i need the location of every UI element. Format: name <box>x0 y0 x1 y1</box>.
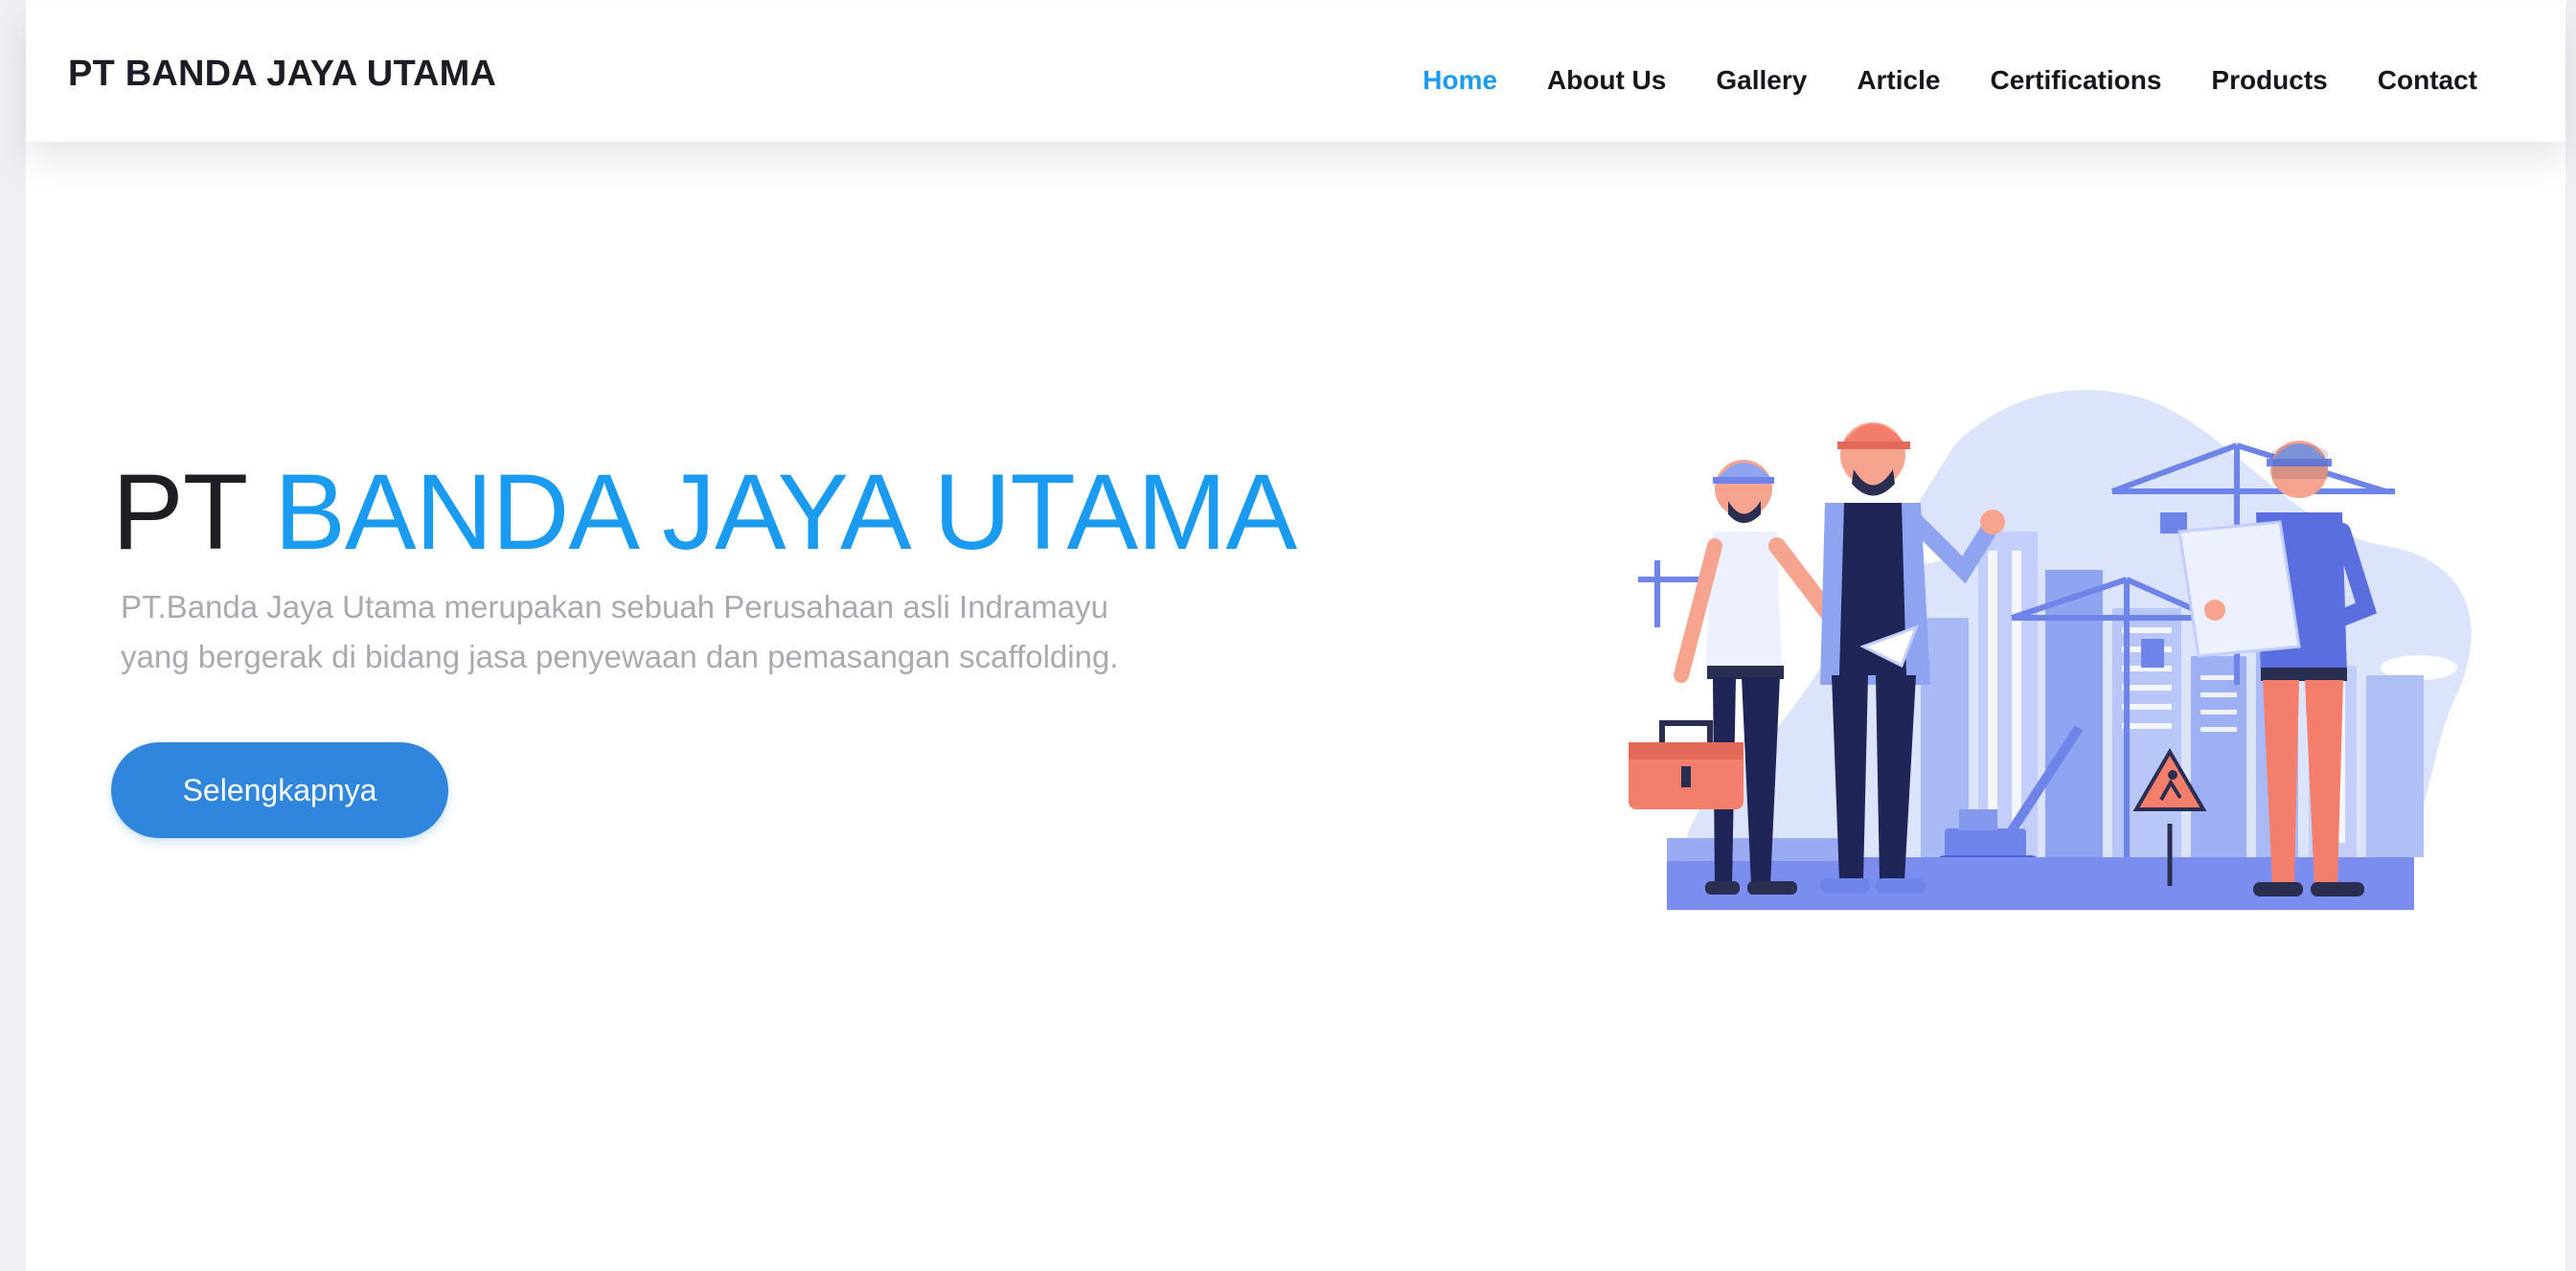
hero-title-prefix: PT <box>112 452 246 572</box>
hero-description-line-2: yang bergerak di bidang jasa penyewaan d… <box>121 639 1119 674</box>
nav-certifications[interactable]: Certifications <box>1990 65 2161 96</box>
hero-title-accent: BANDA JAYA UTAMA <box>274 452 1297 572</box>
nav-article[interactable]: Article <box>1857 65 1940 96</box>
construction-workers-illustration <box>1629 390 2472 910</box>
nav-about-us[interactable]: About Us <box>1547 65 1666 96</box>
crane-load-2 <box>2141 639 2164 668</box>
hero-title: PT BANDA JAYA UTAMA <box>112 450 1297 574</box>
selengkapnya-button[interactable]: Selengkapnya <box>111 742 448 838</box>
brand-logo-text[interactable]: PT BANDA JAYA UTAMA <box>68 54 496 95</box>
hero-description: PT.Banda Jaya Utama merupakan sebuah Per… <box>121 582 1222 682</box>
nav-gallery[interactable]: Gallery <box>1716 65 1807 96</box>
nav-home[interactable]: Home <box>1423 65 1497 96</box>
nav-products[interactable]: Products <box>2211 65 2327 96</box>
nav-menu: Home About Us Gallery Article Certificat… <box>1423 65 2477 96</box>
hero-description-line-1: PT.Banda Jaya Utama merupakan sebuah Per… <box>121 589 1108 624</box>
nav-contact[interactable]: Contact <box>2378 65 2477 96</box>
navbar: PT BANDA JAYA UTAMA Home About Us Galler… <box>26 6 2565 142</box>
